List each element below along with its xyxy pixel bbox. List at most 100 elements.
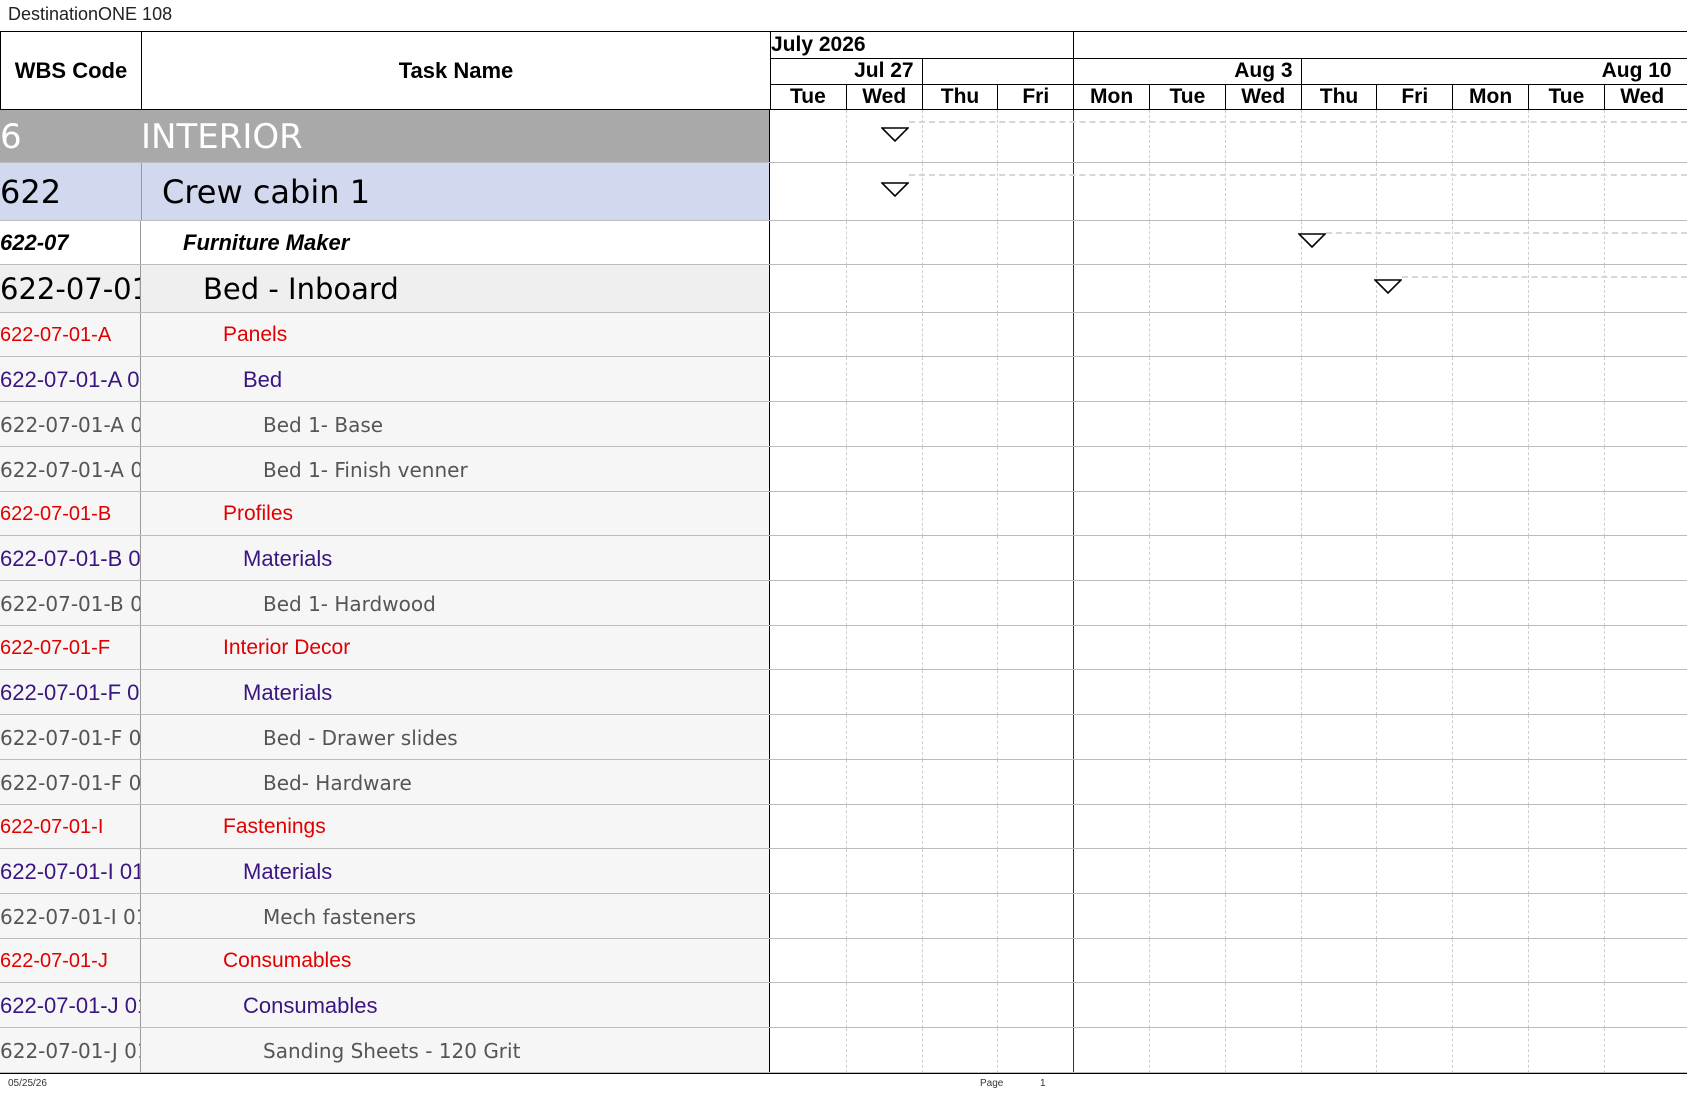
wbs-code-cell[interactable]: 622-07-01-B 01-01 bbox=[0, 581, 141, 626]
wbs-code-cell[interactable]: 622-07-01-F bbox=[0, 626, 141, 670]
day-gridline bbox=[1149, 1028, 1150, 1073]
wbs-code-cell[interactable]: 6 bbox=[0, 110, 141, 163]
task-row[interactable]: 622-07-01-A 01-02Bed 1- Finish venner bbox=[0, 447, 1687, 492]
wbs-code-cell[interactable]: 622-07-01-F 01-02 bbox=[0, 760, 141, 805]
wbs-code-cell[interactable]: 622-07-01-B 01 bbox=[0, 536, 141, 581]
task-name-cell[interactable]: Panels bbox=[141, 313, 770, 357]
status-date-line bbox=[1073, 313, 1075, 357]
day-gridline bbox=[1224, 357, 1226, 402]
task-name-cell[interactable]: Sanding Sheets - 120 Grit bbox=[141, 1028, 770, 1073]
task-row[interactable]: 622-07-01-B 01 Materials bbox=[0, 536, 1687, 581]
wbs-code-cell[interactable]: 622-07-01-B bbox=[0, 492, 141, 536]
task-name-cell[interactable]: Bed- Hardware bbox=[141, 760, 770, 805]
task-row[interactable]: 622-07-01-F Interior Decor bbox=[0, 626, 1687, 670]
task-row[interactable]: 622-07-01-F 01-02Bed- Hardware bbox=[0, 760, 1687, 805]
milestone-marker-icon[interactable] bbox=[1297, 233, 1327, 249]
wbs-code-cell[interactable]: 622-07-01-J 01-01 bbox=[0, 1028, 141, 1073]
wbs-code-cell[interactable]: 622-07-01-I 01 bbox=[0, 849, 141, 894]
day-gridline bbox=[1452, 313, 1454, 357]
task-row[interactable]: 622-07 Furniture Maker bbox=[0, 221, 1687, 265]
task-row[interactable]: 622-07-01-A Panels bbox=[0, 313, 1687, 357]
wbs-code-cell[interactable]: 622-07-01-F 01-01 bbox=[0, 715, 141, 760]
task-name-cell[interactable]: Bed - Drawer slides bbox=[141, 715, 770, 760]
wbs-code-cell[interactable]: 622-07-01-A 01-02 bbox=[0, 447, 141, 492]
day-gridline bbox=[1300, 110, 1302, 163]
task-name-cell[interactable]: Bed - Inboard bbox=[141, 265, 770, 313]
task-name-cell[interactable]: Crew cabin 1 bbox=[141, 163, 770, 221]
day-gridline bbox=[1528, 849, 1529, 894]
status-date-line bbox=[1073, 357, 1075, 402]
day-gridline bbox=[1300, 536, 1302, 581]
day-gridline bbox=[1149, 670, 1150, 715]
day-gridline bbox=[1603, 265, 1605, 313]
wbs-code-cell[interactable]: 622-07-01 bbox=[0, 265, 141, 313]
wbs-code-cell[interactable]: 622-07-01-J 01 bbox=[0, 983, 141, 1028]
wbs-code-cell[interactable]: 622-07-01-A bbox=[0, 313, 141, 357]
task-row[interactable]: 622-07-01-I 01 Materials bbox=[0, 849, 1687, 894]
task-name-cell[interactable]: Bed 1- Base bbox=[141, 402, 770, 447]
day-gridline bbox=[997, 670, 999, 715]
task-row[interactable]: 622-07-01-I 01-01Mech fasteners bbox=[0, 894, 1687, 939]
wbs-code-cell[interactable]: 622-07-01-J bbox=[0, 939, 141, 983]
timeline-day-label: Tue bbox=[1528, 84, 1604, 110]
task-row[interactable]: 622-07-01-J Consumables bbox=[0, 939, 1687, 983]
milestone-marker-icon[interactable] bbox=[880, 182, 910, 198]
column-header-wbs[interactable]: WBS Code bbox=[0, 31, 142, 110]
task-name-cell[interactable]: Materials bbox=[141, 536, 770, 581]
task-row[interactable]: 622-07-01-B Profiles bbox=[0, 492, 1687, 536]
task-name-cell[interactable]: Interior Decor bbox=[141, 626, 770, 670]
task-name-cell[interactable]: Fastenings bbox=[141, 805, 770, 849]
task-name-cell[interactable]: Consumables bbox=[141, 983, 770, 1028]
timeline-day-label: Wed bbox=[1224, 84, 1301, 110]
task-name-cell[interactable]: Furniture Maker bbox=[141, 221, 770, 265]
task-row[interactable]: 6 INTERIOR bbox=[0, 110, 1687, 163]
task-row[interactable]: 622-07-01-A 01-01Bed 1- Base bbox=[0, 402, 1687, 447]
task-row[interactable]: 622-07-01-F 01 Materials bbox=[0, 670, 1687, 715]
day-gridline bbox=[1376, 626, 1378, 670]
day-gridline bbox=[997, 402, 999, 447]
task-name-cell[interactable]: Consumables bbox=[141, 939, 770, 983]
day-gridline bbox=[1603, 221, 1605, 265]
day-gridline bbox=[1452, 715, 1454, 760]
task-row[interactable]: 622-07-01 Bed - Inboard bbox=[0, 265, 1687, 313]
task-name-cell[interactable]: Materials bbox=[141, 670, 770, 715]
task-row[interactable]: 622-07-01-B 01-01Bed 1- Hardwood bbox=[0, 581, 1687, 626]
task-row[interactable]: 622-07-01-J 01 Consumables bbox=[0, 983, 1687, 1028]
task-name-cell[interactable]: Bed 1- Finish venner bbox=[141, 447, 770, 492]
summary-dashed-bar bbox=[909, 174, 1687, 176]
day-gridline bbox=[997, 581, 999, 626]
day-gridline bbox=[1300, 581, 1302, 626]
timeline-cell bbox=[770, 1028, 1687, 1073]
task-row[interactable]: 622-07-01-F 01-01Bed - Drawer slides bbox=[0, 715, 1687, 760]
task-row[interactable]: 622-07-01-J 01-01Sanding Sheets - 120 Gr… bbox=[0, 1028, 1687, 1073]
milestone-marker-icon[interactable] bbox=[880, 127, 910, 143]
status-date-line bbox=[1073, 626, 1075, 670]
timeline-cell bbox=[770, 626, 1687, 670]
task-name-cell[interactable]: Profiles bbox=[141, 492, 770, 536]
task-row[interactable]: 622-07-01-I Fastenings bbox=[0, 805, 1687, 849]
wbs-code-cell[interactable]: 622-07-01-I bbox=[0, 805, 141, 849]
day-gridline bbox=[1603, 715, 1605, 760]
milestone-marker-icon[interactable] bbox=[1372, 279, 1403, 295]
task-name-cell[interactable]: Bed 1- Hardwood bbox=[141, 581, 770, 626]
task-name-cell[interactable]: Bed bbox=[141, 357, 770, 402]
wbs-code-cell[interactable]: 622-07-01-A 01-01 bbox=[0, 402, 141, 447]
day-gridline bbox=[1376, 402, 1378, 447]
timeline-day-label: Wed bbox=[1603, 84, 1680, 110]
timeline-cell bbox=[770, 670, 1687, 715]
status-date-line bbox=[1073, 849, 1075, 894]
wbs-code-cell[interactable]: 622-07-01-I 01-01 bbox=[0, 894, 141, 939]
wbs-code-cell[interactable]: 622-07-01-A 01 bbox=[0, 357, 141, 402]
task-name-cell[interactable]: Mech fasteners bbox=[141, 894, 770, 939]
task-name-cell[interactable]: INTERIOR bbox=[141, 110, 770, 163]
column-header-task-name[interactable]: Task Name bbox=[141, 31, 771, 110]
timeline-cell bbox=[770, 894, 1687, 939]
task-row[interactable]: 622-07-01-A 01 Bed bbox=[0, 357, 1687, 402]
wbs-code-cell[interactable]: 622 bbox=[0, 163, 141, 221]
wbs-code-cell[interactable]: 622-07 bbox=[0, 221, 141, 265]
day-gridline bbox=[1528, 313, 1529, 357]
task-name-cell[interactable]: Materials bbox=[141, 849, 770, 894]
task-row[interactable]: 622 Crew cabin 1 bbox=[0, 163, 1687, 221]
day-gridline bbox=[845, 221, 847, 265]
wbs-code-cell[interactable]: 622-07-01-F 01 bbox=[0, 670, 141, 715]
